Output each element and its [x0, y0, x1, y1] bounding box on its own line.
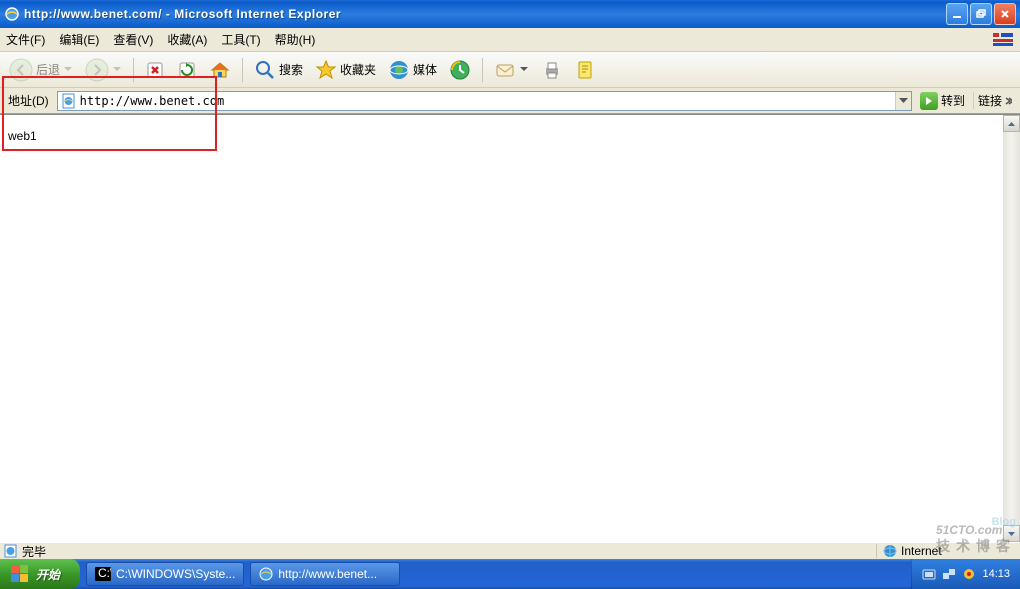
address-url: http://www.benet.com [80, 94, 895, 108]
media-label: 媒体 [413, 61, 437, 78]
window-title: http://www.benet.com/ - Microsoft Intern… [24, 7, 946, 21]
done-icon [4, 544, 18, 558]
scroll-up-button[interactable] [1003, 115, 1020, 132]
menu-help[interactable]: 帮助(H) [275, 31, 316, 48]
content-viewport: web1 [0, 114, 1020, 542]
go-arrow-icon [920, 92, 938, 110]
zone-label: Internet [901, 544, 942, 558]
window-titlebar: http://www.benet.com/ - Microsoft Intern… [0, 0, 1020, 28]
mail-dropdown[interactable] [519, 67, 529, 72]
taskbar-item-ie[interactable]: http://www.benet... [250, 562, 400, 586]
history-button[interactable] [444, 56, 476, 84]
task2-label: http://www.benet... [278, 567, 377, 581]
page-body: web1 [0, 115, 1003, 542]
minimize-button[interactable] [946, 3, 968, 25]
go-label: 转到 [941, 92, 965, 109]
scroll-track[interactable] [1003, 132, 1020, 525]
close-button[interactable] [994, 3, 1016, 25]
scroll-down-button[interactable] [1003, 525, 1020, 542]
forward-dropdown[interactable] [112, 67, 122, 72]
main-toolbar: 后退 搜索 收藏夹 媒体 [0, 52, 1020, 88]
svg-text:C:\: C:\ [98, 567, 111, 580]
address-label: 地址(D) [4, 92, 53, 109]
taskbar-item-cmd[interactable]: C:\ C:\WINDOWS\Syste... [86, 562, 244, 586]
throbber-icon [988, 29, 1018, 51]
internet-zone-icon [883, 544, 897, 558]
task1-label: C:\WINDOWS\Syste... [116, 567, 235, 581]
ie-task-icon [259, 567, 273, 581]
system-tray[interactable]: 14:13 [911, 559, 1020, 589]
restore-button[interactable] [970, 3, 992, 25]
address-dropdown[interactable] [895, 92, 911, 110]
chevron-right-icon [1004, 97, 1012, 105]
address-field[interactable]: http://www.benet.com [57, 91, 912, 111]
security-zone: Internet [876, 544, 1016, 558]
taskbar: 开始 C:\ C:\WINDOWS\Syste... http://www.be… [0, 559, 1020, 589]
menu-bar: 文件(F) 编辑(E) 查看(V) 收藏(A) 工具(T) 帮助(H) [0, 28, 1020, 52]
tray-icon-2[interactable] [942, 567, 956, 581]
favorites-label: 收藏夹 [340, 61, 376, 78]
taskbar-clock[interactable]: 14:13 [982, 568, 1010, 580]
back-label: 后退 [36, 61, 60, 78]
media-button[interactable]: 媒体 [383, 56, 442, 84]
home-button[interactable] [204, 56, 236, 84]
menu-edit[interactable]: 编辑(E) [59, 31, 99, 48]
search-label: 搜索 [279, 61, 303, 78]
links-label: 链接 [978, 92, 1002, 109]
back-button[interactable]: 后退 [4, 56, 78, 84]
address-bar: 地址(D) http://www.benet.com 转到 链接 [0, 88, 1020, 114]
status-bar: 完毕 Internet [0, 542, 1020, 559]
start-button[interactable]: 开始 [0, 559, 80, 589]
tray-icon-3[interactable] [962, 567, 976, 581]
menu-tools[interactable]: 工具(T) [221, 31, 260, 48]
go-button[interactable]: 转到 [916, 91, 969, 111]
tray-icon-1[interactable] [922, 567, 936, 581]
page-icon [61, 93, 77, 109]
edit-button[interactable] [570, 56, 602, 84]
vertical-scrollbar[interactable] [1003, 115, 1020, 542]
ie-logo-icon [4, 6, 20, 22]
forward-button[interactable] [80, 56, 127, 84]
page-text: web1 [8, 129, 37, 143]
menu-favorites[interactable]: 收藏(A) [167, 31, 207, 48]
search-button[interactable]: 搜索 [249, 56, 308, 84]
links-bar[interactable]: 链接 [973, 92, 1016, 109]
cmd-icon: C:\ [95, 567, 111, 581]
windows-logo-icon [10, 564, 30, 584]
status-text: 完毕 [22, 543, 46, 560]
back-dropdown[interactable] [63, 67, 73, 72]
refresh-button[interactable] [172, 56, 202, 84]
print-button[interactable] [536, 56, 568, 84]
mail-button[interactable] [489, 56, 534, 84]
favorites-button[interactable]: 收藏夹 [310, 56, 381, 84]
menu-view[interactable]: 查看(V) [113, 31, 153, 48]
stop-button[interactable] [140, 56, 170, 84]
start-label: 开始 [36, 566, 60, 583]
menu-file[interactable]: 文件(F) [6, 31, 45, 48]
